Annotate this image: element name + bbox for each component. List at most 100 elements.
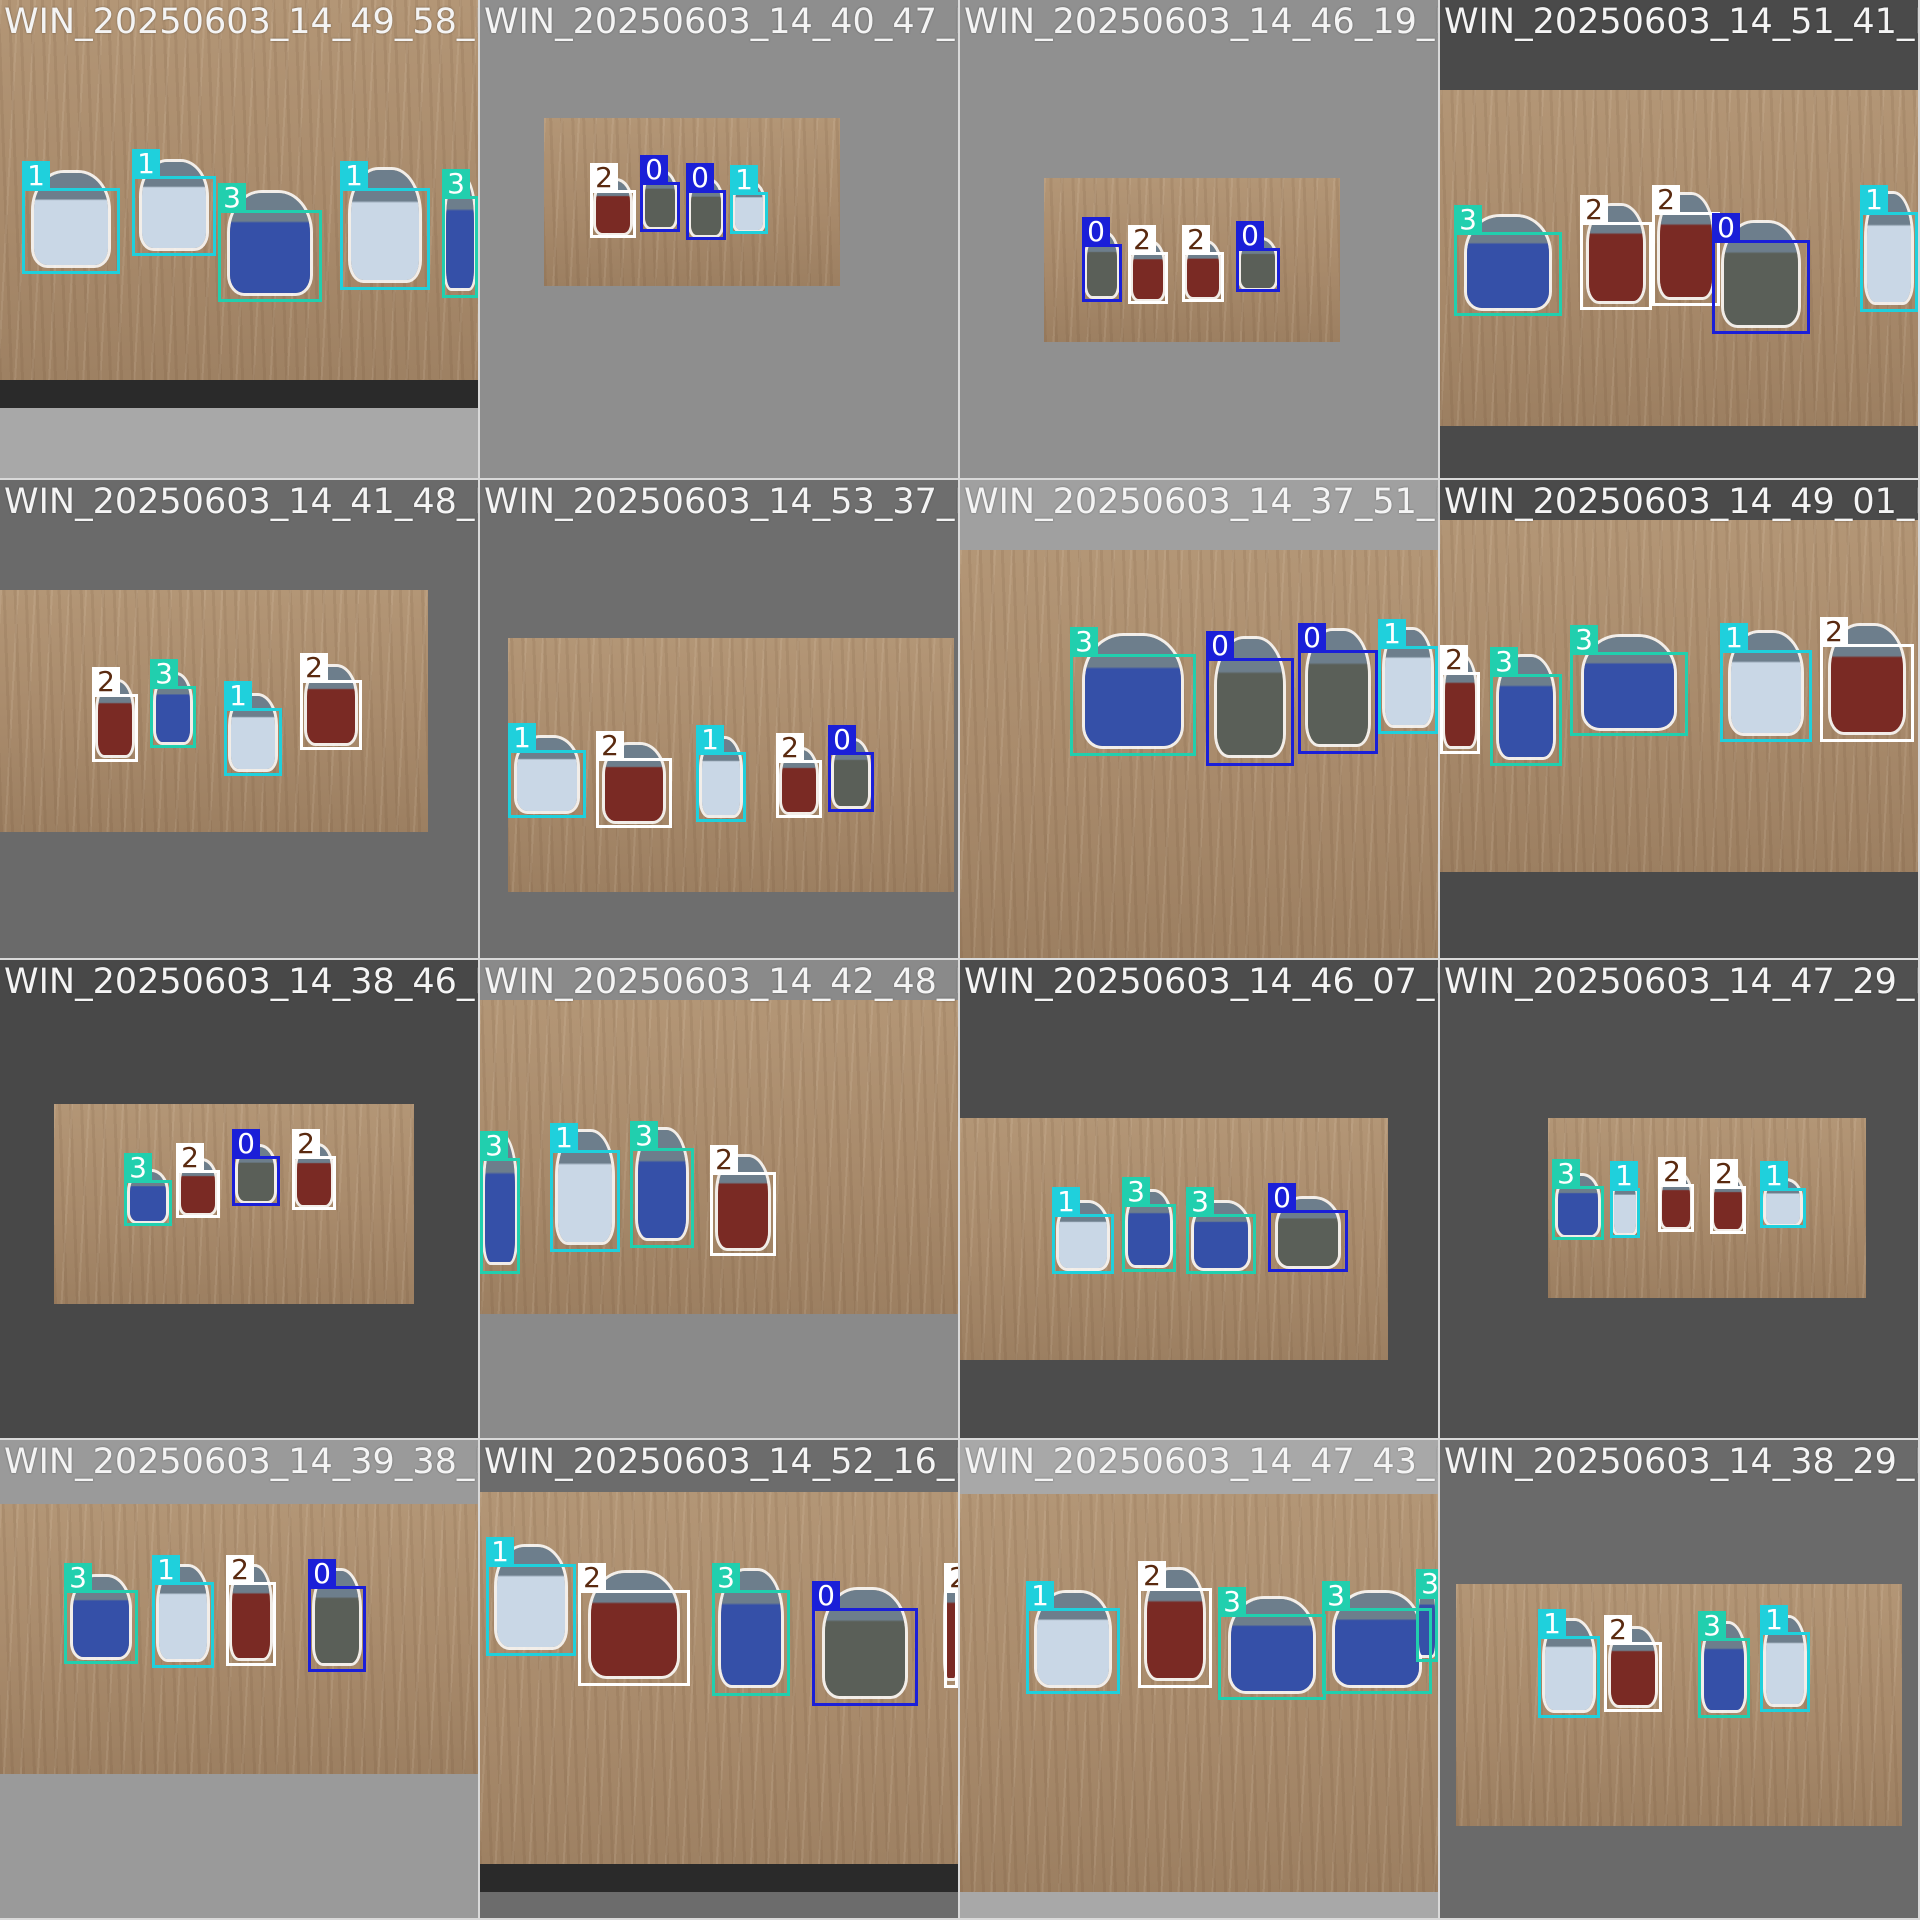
class-label: 0 [640,155,668,185]
detection-box: 3 [64,1563,138,1664]
image-tile: 0220WIN_20250603_14_46_19_Pro.jpg [960,0,1438,478]
class-label: 1 [1720,623,1748,653]
class-label: 3 [1552,1159,1580,1189]
class-label: 1 [730,165,758,195]
class-label: 0 [686,163,714,193]
tile-filename: WIN_20250603_14_41_48_Pro.jpg [4,482,478,522]
class-label: 3 [218,183,246,213]
detection-box: 3 [1454,205,1562,316]
class-label: 1 [1760,1161,1788,1191]
detection-box: 1 [486,1537,576,1656]
class-label: 1 [1378,619,1406,649]
image-tile: 2001WIN_20250603_14_40_47_Pro.jpg [480,0,958,478]
detection-box: 2 [1604,1615,1662,1712]
class-label: 1 [1538,1609,1566,1639]
class-label: 2 [92,667,120,697]
class-label: 1 [1052,1187,1080,1217]
class-label: 1 [508,723,536,753]
detection-box: 1 [1760,1605,1810,1712]
detection-box: 1 [550,1123,620,1252]
detection-box: 0 [640,155,680,232]
detection-box: 1 [340,161,430,290]
class-label: 2 [226,1555,254,1585]
detection-box: 3 [1186,1187,1256,1274]
detection-box: 3 [1552,1159,1604,1240]
image-tile: 3202WIN_20250603_14_38_46_Pro.jpg [0,960,478,1438]
class-label: 3 [1122,1177,1150,1207]
image-tile: 3 1 3 2 WIN_20250603_14_42_48_Pro.jpg [480,960,958,1438]
class-label: 3 [1570,625,1598,655]
class-label: 3 [124,1153,152,1183]
tile-filename: WIN_20250603_14_49_01_Pro.jpg [1444,482,1918,522]
detection-box: 1 [1720,623,1812,742]
class-label: 2 [1440,645,1468,675]
detection-box: 2 [578,1563,690,1686]
class-label: 2 [590,163,618,193]
detection-box: 0 [686,163,726,240]
class-label: 3 [442,169,470,199]
wood-table-photo [0,590,428,832]
class-label: 3 [150,659,178,689]
dark-edge-band [0,380,478,408]
detection-box: 1 [152,1555,214,1668]
class-label: 2 [1710,1159,1738,1189]
detection-box: 3 [1698,1611,1750,1718]
detection-box: 0 [1298,623,1378,754]
class-label: 2 [1128,225,1156,255]
detection-box: 2 [710,1145,776,1256]
class-label: 3 [1698,1611,1726,1641]
detection-box: 2 [1138,1561,1212,1688]
detection-box: 1 [224,681,282,776]
detection-box: 1 [1860,185,1918,312]
class-label: 1 [550,1123,578,1153]
detection-box: 3 [480,1131,520,1274]
class-label: 1 [1610,1161,1638,1191]
detection-box: 1 [1538,1609,1600,1718]
tile-filename: WIN_20250603_14_39_38_Pro.jpg [4,1442,478,1482]
class-label: 0 [1082,217,1110,247]
image-tile: 3 1 2 0 WIN_20250603_14_39_38_Pro.jpg [0,1440,478,1918]
class-label: 1 [486,1537,514,1567]
tile-filename: WIN_20250603_14_47_43_Pro.jpg [964,1442,1438,1482]
class-label: 3 [1218,1587,1246,1617]
detection-box: 1 [1378,619,1438,734]
detection-box: 3 [124,1153,172,1226]
class-label: 2 [776,733,804,763]
image-tile: 3 2 2 0 1 WIN_20250603_14_51_41_Pro.jpg [1440,0,1918,478]
class-label: 3 [64,1563,92,1593]
detection-box: 3 [442,169,478,298]
image-tile: 3 0 0 1 WIN_20250603_14_37_51_Pro.jpg [960,480,1438,958]
image-tile: 12120WIN_20250603_14_53_37_Pro.jpg [480,480,958,958]
class-label: 2 [300,653,328,683]
tile-filename: WIN_20250603_14_40_47_Pro.jpg [484,2,958,42]
class-label: 2 [1820,617,1848,647]
detection-box: 2 [596,731,672,828]
detection-box: 0 [828,725,874,812]
detection-box: 3 [712,1563,790,1696]
detection-box: 1 [1052,1187,1114,1274]
class-label: 3 [1454,205,1482,235]
tile-filename: WIN_20250603_14_53_37_Pro.jpg [484,482,958,522]
class-label: 1 [152,1555,180,1585]
detection-box: 2 [776,733,822,818]
detection-box: 3 [218,183,322,302]
detection-box: 2 [1440,645,1480,754]
detection-box: 1 [1760,1161,1806,1228]
detection-box: 2 [300,653,362,750]
detection-box: 0 [812,1581,918,1706]
wood-table-photo [1456,1584,1902,1826]
class-label: 2 [944,1563,958,1593]
detection-box: 0 [1712,213,1810,334]
detection-box: 0 [1236,221,1280,292]
detection-box: 1 [1610,1161,1640,1238]
detection-box: 0 [1268,1183,1348,1272]
class-label: 2 [1658,1157,1686,1187]
image-tile: 31221WIN_20250603_14_47_29_Pro.jpg [1440,960,1918,1438]
detection-mosaic: 11313WIN_20250603_14_49_58_Pro.jpg2001WI… [0,0,1920,1920]
class-label: 0 [1206,631,1234,661]
class-label: 2 [710,1145,738,1175]
class-label: 1 [132,149,160,179]
wood-table-photo [960,550,1438,958]
class-label: 0 [232,1129,260,1159]
image-tile: 1 3 3 0 WIN_20250603_14_46_07_Pro.jpg [960,960,1438,1438]
